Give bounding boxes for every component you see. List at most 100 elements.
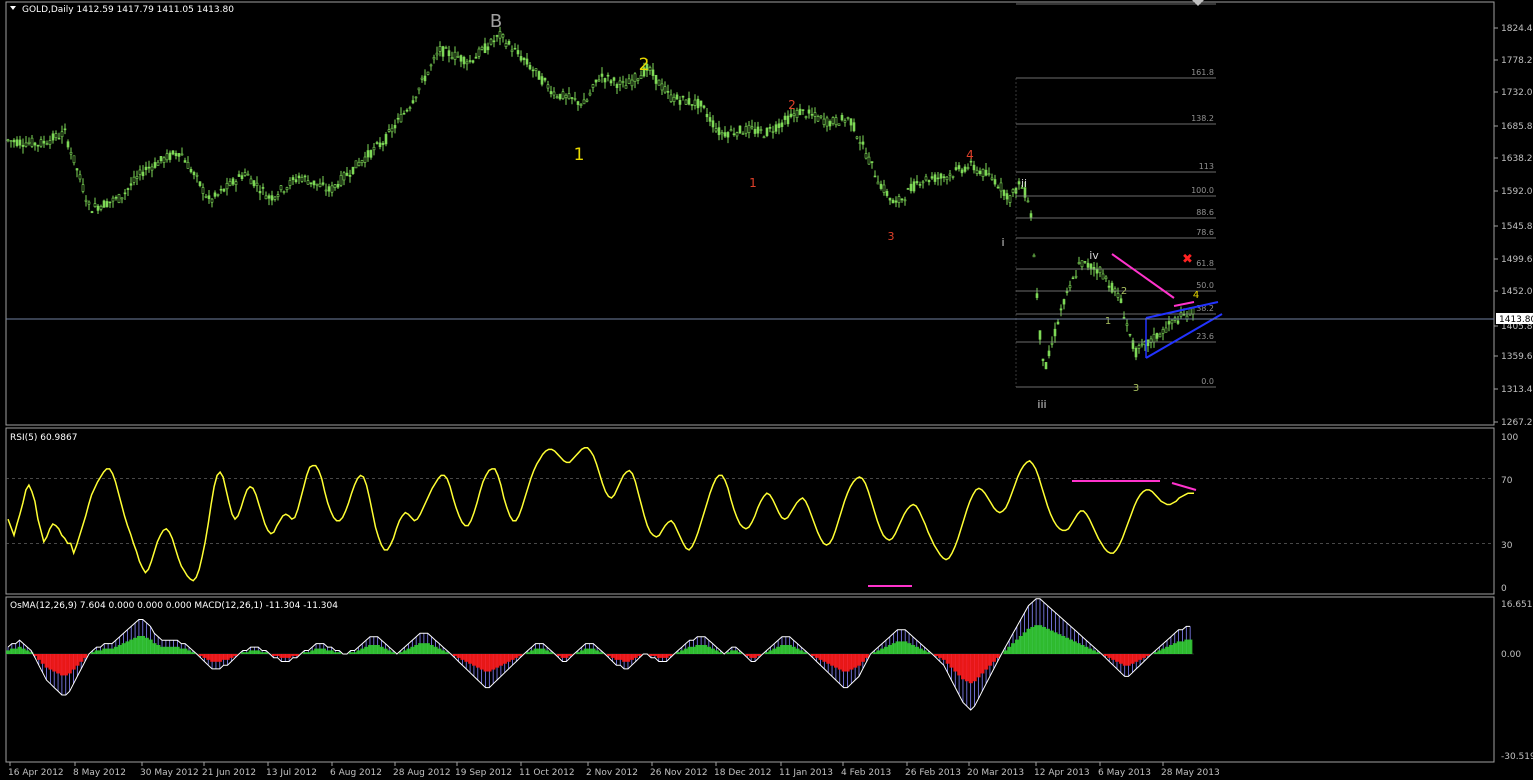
candle-body bbox=[543, 77, 547, 81]
osma-bar bbox=[1007, 646, 1012, 654]
osma-bar bbox=[21, 648, 26, 654]
osma-bar bbox=[968, 654, 973, 684]
red-x-marker-icon: ✖ bbox=[1182, 252, 1193, 267]
candle-body bbox=[477, 48, 481, 57]
candle-body bbox=[756, 126, 760, 134]
candle-body bbox=[1017, 181, 1021, 185]
candle-body bbox=[1107, 285, 1111, 288]
trading-chart[interactable]: 161.8138.2113100.088.678.661.850.038.223… bbox=[0, 0, 1533, 780]
candle-body bbox=[984, 169, 988, 176]
candle-body bbox=[1146, 339, 1150, 346]
osma-bar bbox=[903, 641, 908, 654]
candle-body bbox=[33, 142, 37, 146]
candle-body bbox=[432, 57, 436, 60]
candle-body bbox=[1008, 195, 1012, 203]
osma-bar bbox=[421, 643, 427, 654]
osma-bar bbox=[683, 648, 688, 654]
osma-bar bbox=[1122, 654, 1127, 666]
osma-bar bbox=[1188, 639, 1193, 654]
osma-bar bbox=[398, 652, 403, 654]
candle-body bbox=[450, 57, 454, 59]
candle-body bbox=[522, 57, 526, 61]
candle-body bbox=[537, 71, 541, 80]
candle-body bbox=[594, 79, 598, 83]
candle-body bbox=[819, 115, 823, 118]
osma-bar bbox=[533, 648, 538, 654]
candle-body bbox=[357, 161, 361, 166]
candle-body bbox=[24, 142, 28, 147]
candle-body bbox=[1140, 343, 1144, 346]
candle-body bbox=[138, 169, 142, 175]
osma-bar bbox=[483, 654, 488, 672]
candle-body bbox=[252, 180, 256, 187]
candle-body bbox=[18, 139, 22, 146]
osma-bar bbox=[961, 654, 966, 680]
candle-body bbox=[150, 166, 154, 171]
candle-body bbox=[513, 47, 517, 50]
candle-body bbox=[189, 168, 193, 173]
candle-body bbox=[828, 121, 832, 127]
candle-body bbox=[408, 107, 412, 109]
osma-bar bbox=[240, 652, 246, 654]
candle-body bbox=[912, 181, 916, 192]
candle-body bbox=[840, 115, 844, 121]
rsi-axis-label: 100 bbox=[1501, 433, 1518, 443]
candle-body bbox=[375, 142, 379, 144]
osma-bar bbox=[941, 654, 946, 660]
candle-body bbox=[177, 153, 181, 157]
candle-body bbox=[1029, 213, 1033, 218]
candle-body bbox=[846, 117, 850, 119]
candle-body bbox=[213, 192, 217, 197]
osma-bar bbox=[764, 652, 769, 654]
date-tick-label: 6 May 2013 bbox=[1098, 768, 1151, 778]
candle-body bbox=[318, 183, 322, 188]
candle-body bbox=[903, 199, 907, 202]
osma-bar bbox=[495, 654, 500, 668]
candle-body bbox=[549, 91, 553, 95]
date-tick-label: 21 Jun 2012 bbox=[202, 768, 256, 778]
candle-body bbox=[519, 56, 523, 61]
osma-bar bbox=[656, 654, 661, 658]
candle-body bbox=[930, 176, 934, 179]
osma-bar bbox=[40, 654, 45, 664]
osma-bar bbox=[491, 654, 496, 670]
candle-body bbox=[759, 129, 763, 131]
osma-axis-label: 16.651 bbox=[1501, 600, 1533, 610]
date-tick-label: 12 Apr 2013 bbox=[1034, 768, 1090, 778]
candle-body bbox=[306, 180, 310, 185]
osma-bar bbox=[980, 654, 985, 674]
osma-bar bbox=[826, 654, 831, 664]
candle-body bbox=[942, 176, 946, 178]
candle-body bbox=[1182, 314, 1186, 316]
osma-bar bbox=[106, 648, 111, 654]
osma-bar bbox=[144, 637, 149, 654]
osma-bar bbox=[429, 644, 434, 654]
candle-body bbox=[465, 61, 469, 65]
osma-bar bbox=[560, 654, 565, 658]
price-tick-label: 1452.05 bbox=[1501, 287, 1533, 297]
candle-body bbox=[534, 68, 538, 71]
candle-body bbox=[564, 94, 568, 99]
candle-body bbox=[225, 183, 229, 190]
wave-label: iii bbox=[1037, 398, 1046, 411]
osma-bar bbox=[1061, 635, 1066, 654]
candle-body bbox=[867, 156, 871, 165]
candle-body bbox=[1128, 333, 1132, 336]
candle-body bbox=[981, 168, 985, 177]
candle-body bbox=[762, 136, 766, 139]
wave-label: 3 bbox=[888, 230, 895, 243]
candle-body bbox=[411, 100, 415, 104]
candle-body bbox=[258, 190, 262, 194]
candle-body bbox=[618, 80, 622, 85]
osma-bar bbox=[364, 646, 369, 654]
candle-body bbox=[738, 125, 742, 134]
candle-body bbox=[486, 46, 490, 51]
candle-body bbox=[630, 79, 634, 87]
osma-bar bbox=[171, 646, 176, 654]
osma-bar bbox=[133, 637, 138, 654]
candle-body bbox=[48, 140, 52, 145]
candle-body bbox=[558, 93, 562, 100]
osma-bar bbox=[94, 650, 99, 654]
symbol-header: GOLD,Daily 1412.59 1417.79 1411.05 1413.… bbox=[22, 5, 234, 15]
osma-bar bbox=[818, 654, 823, 660]
